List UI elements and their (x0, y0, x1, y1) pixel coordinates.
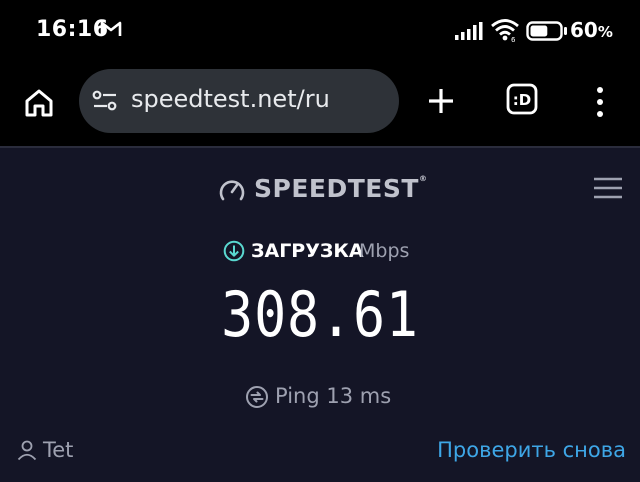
gauge-icon (219, 180, 245, 201)
svg-text:6: 6 (511, 36, 516, 42)
retest-link[interactable]: Проверить снова (437, 438, 626, 462)
wifi-icon: 6 (491, 19, 519, 42)
url-text[interactable]: speedtest.net/ru (131, 85, 330, 113)
browser-toolbar: speedtest.net/ru :D (0, 60, 640, 146)
toolbar-divider (0, 146, 640, 148)
ping-label: Ping 13 ms (275, 384, 392, 408)
gmail-icon (100, 21, 122, 36)
download-unit: Mbps (359, 240, 410, 262)
site-settings-icon[interactable] (92, 89, 118, 113)
battery-icon (526, 21, 567, 41)
status-time: 16:16 (36, 17, 109, 42)
speedtest-page: SPEEDTEST® ЗАГРУЗКА Mbps 308.61 Ping 13 … (0, 146, 640, 482)
download-label: ЗАГРУЗКА (251, 240, 364, 262)
signal-icon (455, 22, 483, 40)
user-icon (17, 440, 37, 461)
status-bar: 16:16 6 60% (0, 0, 640, 60)
tab-switcher-icon[interactable]: :D (505, 82, 539, 116)
download-arrow-icon (223, 240, 245, 262)
provider-label: Tet (43, 438, 74, 462)
menu-icon[interactable] (588, 84, 612, 120)
address-bar[interactable]: speedtest.net/ru (79, 69, 399, 133)
battery-percent: 60% (570, 18, 613, 42)
ping-icon (246, 386, 268, 408)
logo-text: SPEEDTEST® (254, 174, 428, 203)
new-tab-icon[interactable] (425, 85, 457, 117)
hamburger-menu-icon[interactable] (593, 176, 623, 200)
home-icon[interactable] (22, 86, 56, 120)
svg-text::D: :D (513, 91, 531, 109)
download-speed-value: 308.61 (221, 278, 419, 351)
